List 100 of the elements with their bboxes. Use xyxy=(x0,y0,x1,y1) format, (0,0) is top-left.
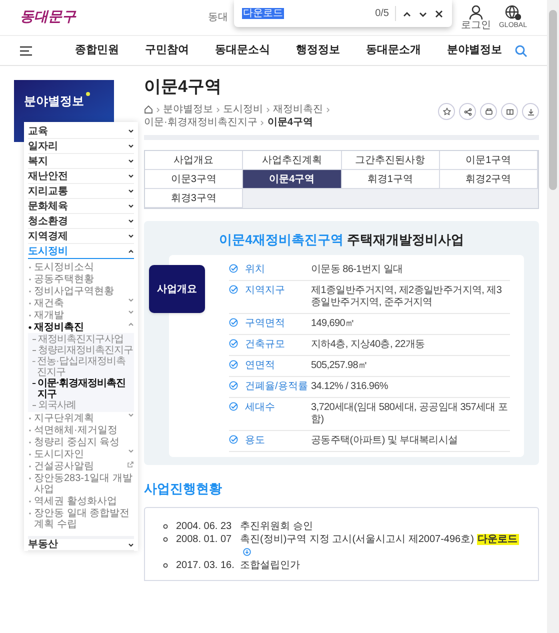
submenu-item[interactable]: 도시디자인 xyxy=(28,448,134,460)
row-label: 구역면적 xyxy=(245,318,286,330)
book-button[interactable] xyxy=(501,103,518,120)
tab[interactable]: 휘경2구역 xyxy=(440,170,538,189)
submenu-item[interactable]: 재정비촉진 xyxy=(28,321,134,333)
check-circle-icon xyxy=(229,360,238,369)
chevron-down-icon xyxy=(128,234,134,238)
sidebar-title: 분야별정보 xyxy=(24,93,84,110)
chevron-up-icon xyxy=(128,249,134,253)
menu-item[interactable]: 교육 xyxy=(28,124,134,139)
submenu-item[interactable]: 도시정비소식 xyxy=(28,261,134,273)
tab[interactable]: 휘경1구역 xyxy=(342,170,440,189)
row-value: 34.12% / 316.96% xyxy=(311,381,389,393)
row-value: 149,690㎡ xyxy=(311,318,356,330)
submenu-item[interactable]: 장안동 일대 종합발전계획 수립 xyxy=(28,507,134,530)
share-button[interactable] xyxy=(459,103,476,120)
breadcrumb-link[interactable]: 도시정비 xyxy=(223,103,263,116)
row-value: 지하4층, 지상40층, 22개동 xyxy=(311,339,426,351)
download-button[interactable] xyxy=(522,103,539,120)
circle-bullet-icon xyxy=(163,562,168,568)
check-circle-icon xyxy=(229,285,238,294)
print-button[interactable] xyxy=(480,103,497,120)
submenu-link[interactable]: 이문·휘경재정비촉진지구 xyxy=(32,378,134,400)
menu-icon[interactable] xyxy=(20,46,32,56)
row-label: 용도 xyxy=(245,435,266,447)
home-icon[interactable] xyxy=(144,105,153,114)
chevron-down-icon xyxy=(128,174,134,178)
nav-link[interactable]: 동대문소식 xyxy=(215,42,270,59)
tab[interactable]: 이문4구역 xyxy=(243,170,342,189)
star-button[interactable] xyxy=(438,103,455,120)
login-label[interactable]: 로그인 xyxy=(460,20,491,30)
close-icon[interactable] xyxy=(434,8,444,18)
tab[interactable]: 이문1구역 xyxy=(440,151,538,170)
submenu-item[interactable]: 공동주택현황 xyxy=(28,273,134,285)
menu-item[interactable]: 지역경제 xyxy=(28,229,134,244)
submenu-item[interactable]: 석면해체·제거일정 xyxy=(28,424,134,436)
download-icon[interactable] xyxy=(243,548,251,556)
progress-date: 2004. 06. 23 xyxy=(176,520,233,532)
row-value: 505,257.98㎡ xyxy=(311,360,369,372)
nav-link[interactable]: 동대문소개 xyxy=(366,42,421,59)
row-value: 공동주택(아파트) 및 부대복리시설 xyxy=(311,435,459,447)
check-circle-icon xyxy=(229,435,238,444)
chevron-right-icon xyxy=(260,120,264,126)
chevron-down-icon xyxy=(128,412,134,416)
download-link[interactable]: 다운로드 xyxy=(476,534,519,544)
row-label: 위치 xyxy=(245,264,266,276)
breadcrumb-link[interactable]: 이문4구역 xyxy=(267,116,313,129)
progress-date: 2008. 01. 07 xyxy=(176,532,233,546)
chevron-down-icon xyxy=(128,542,134,546)
tab[interactable]: 휘경3구역 xyxy=(145,189,244,208)
logo[interactable]: 동대문구 xyxy=(20,7,120,28)
menu-item[interactable]: 일자리 xyxy=(28,139,134,154)
find-input[interactable]: 다운로드 xyxy=(242,6,370,21)
tab[interactable]: 사업추진계획 xyxy=(243,151,342,170)
chevron-down-icon xyxy=(128,129,134,133)
tab[interactable]: 이문3구역 xyxy=(145,170,244,189)
submenu-item[interactable]: 지구단위계획 xyxy=(28,412,134,424)
tab[interactable]: 사업개요 xyxy=(145,151,244,170)
globe-icon[interactable] xyxy=(504,4,521,20)
breadcrumb-link[interactable]: 분야별정보 xyxy=(163,103,213,116)
chevron-up-icon xyxy=(128,322,134,326)
nav-link[interactable]: 분야별정보 xyxy=(447,42,502,59)
menu-item[interactable]: 문화체육 xyxy=(28,199,134,214)
submenu-item[interactable]: 정비사업구역현황 xyxy=(28,285,134,297)
submenu-item[interactable]: 청량리 중심지 육성 xyxy=(28,436,134,448)
row-label: 연면적 xyxy=(245,360,276,372)
breadcrumb-link[interactable]: 재정비촉진 xyxy=(273,103,323,116)
chevron-down-icon xyxy=(128,310,134,314)
check-circle-icon xyxy=(229,339,238,348)
menu-item[interactable]: 지리교통 xyxy=(28,184,134,199)
tab[interactable]: 그간추진된사항 xyxy=(342,151,440,170)
nav-link[interactable]: 종합민원 xyxy=(75,42,119,59)
menu-item[interactable]: 재난안전 xyxy=(28,169,134,184)
breadcrumb-link[interactable]: 이문·휘경재정비촉진지구 xyxy=(144,116,258,129)
submenu-item[interactable]: 건설공사알림 xyxy=(28,460,134,472)
page-title: 이문4구역 xyxy=(144,76,222,98)
menu-item[interactable]: 부동산 xyxy=(28,536,134,551)
row-value: 3,720세대(임대 580세대, 공공임대 357세대 포함) xyxy=(311,402,509,426)
progress-date: 2017. 03. 16. xyxy=(176,558,236,572)
submenu-item[interactable]: 재건축 xyxy=(28,297,134,309)
menu-item[interactable]: 복지 xyxy=(28,154,134,169)
chevron-down-icon xyxy=(128,189,134,193)
search-icon[interactable] xyxy=(515,44,527,56)
row-label: 세대수 xyxy=(245,402,276,414)
chevron-right-icon xyxy=(156,106,160,112)
progress-text: 조합설립인가 xyxy=(240,560,300,570)
submenu-item[interactable]: 재개발 xyxy=(28,309,134,321)
check-circle-icon xyxy=(229,402,238,411)
chevron-right-icon xyxy=(326,106,330,112)
menu-item[interactable]: 청소환경 xyxy=(28,214,134,229)
nav-link[interactable]: 구민참여 xyxy=(145,42,189,59)
chevron-down-icon xyxy=(128,159,134,163)
scrollbar-thumb[interactable] xyxy=(549,10,557,190)
nav-link[interactable]: 행정정보 xyxy=(296,42,340,59)
user-icon[interactable] xyxy=(468,4,483,20)
progress-text: 촉진(정비)구역 지정 고시(서울시고시 제2007-496호) xyxy=(240,534,474,544)
chevron-down-icon xyxy=(128,204,134,208)
section-title: 사업진행현황 xyxy=(144,480,223,498)
submenu-item[interactable]: 장안동283-1일대 개발사업 xyxy=(28,472,134,495)
submenu-item[interactable]: 역세권 활성화사업 xyxy=(28,495,134,507)
